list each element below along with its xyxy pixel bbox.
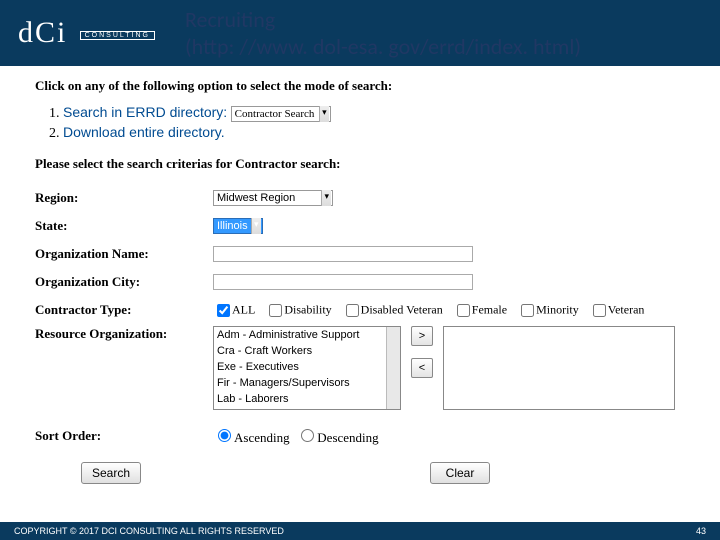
- contractor-type-label: Contractor Type:: [35, 302, 213, 318]
- radio-asc-label: Ascending: [213, 426, 290, 446]
- resource-selected-listbox[interactable]: [443, 326, 675, 410]
- dci-logo: dCi CONSULTING: [18, 16, 155, 50]
- clear-button[interactable]: Clear: [430, 462, 490, 484]
- page-number: 43: [696, 526, 706, 536]
- cb-veteran-label: Veteran: [589, 301, 645, 320]
- list-item[interactable]: Fir - Managers/Supervisors: [214, 375, 400, 391]
- search-mode-steps: Search in ERRD directory: Contractor Sea…: [35, 104, 700, 142]
- state-value: Illinois: [217, 220, 248, 232]
- cb-veteran[interactable]: [593, 304, 606, 317]
- cb-minority-label: Minority: [517, 301, 579, 320]
- radio-asc[interactable]: [218, 429, 231, 442]
- move-left-button[interactable]: <: [411, 358, 433, 378]
- criteria-heading: Please select the search criterias for C…: [35, 156, 700, 172]
- form-content: Click on any of the following option to …: [35, 78, 700, 484]
- cb-female[interactable]: [457, 304, 470, 317]
- org-city-input[interactable]: [213, 274, 473, 290]
- slide-footer: COPYRIGHT © 2017 DCI CONSULTING ALL RIGH…: [0, 522, 720, 540]
- list-item[interactable]: Exe - Executives: [214, 359, 400, 375]
- logo-sub: CONSULTING: [80, 31, 155, 40]
- state-select[interactable]: Illinois: [213, 218, 263, 234]
- region-label: Region:: [35, 190, 213, 206]
- list-item[interactable]: Lab - Laborers: [214, 391, 400, 407]
- cb-minority[interactable]: [521, 304, 534, 317]
- transfer-buttons: > <: [411, 326, 433, 378]
- cb-disability[interactable]: [269, 304, 282, 317]
- cb-disabled-veteran[interactable]: [346, 304, 359, 317]
- move-right-button[interactable]: >: [411, 326, 433, 346]
- radio-desc[interactable]: [301, 429, 314, 442]
- slide-header: dCi CONSULTING Recruiting (http: //www. …: [0, 0, 720, 66]
- cb-disabled-veteran-label: Disabled Veteran: [342, 301, 443, 320]
- listbox-scrollbar[interactable]: [386, 327, 400, 409]
- resource-org-label: Resource Organization:: [35, 326, 213, 342]
- cb-female-label: Female: [453, 301, 507, 320]
- state-label: State:: [35, 218, 213, 234]
- mode-heading: Click on any of the following option to …: [35, 78, 700, 94]
- search-button[interactable]: Search: [81, 462, 141, 484]
- cb-all-label: ALL: [213, 301, 255, 320]
- title-line-2: (http: //www. dol-esa. gov/errd/index. h…: [185, 33, 581, 61]
- region-select[interactable]: Midwest Region: [213, 190, 333, 206]
- sort-order-label: Sort Order:: [35, 428, 213, 444]
- list-item[interactable]: Cra - Craft Workers: [214, 343, 400, 359]
- org-name-input[interactable]: [213, 246, 473, 262]
- step-2-label[interactable]: Download entire directory.: [63, 124, 225, 140]
- directory-search-select[interactable]: Contractor Search: [231, 106, 331, 122]
- step-1: Search in ERRD directory: Contractor Sea…: [63, 104, 700, 122]
- org-name-label: Organization Name:: [35, 246, 213, 262]
- region-value: Midwest Region: [217, 192, 295, 204]
- cb-disability-label: Disability: [265, 301, 331, 320]
- step-2: Download entire directory.: [63, 124, 700, 142]
- org-city-label: Organization City:: [35, 274, 213, 290]
- cb-all[interactable]: [217, 304, 230, 317]
- copyright-text: COPYRIGHT © 2017 DCI CONSULTING ALL RIGH…: [14, 526, 284, 536]
- directory-search-value: Contractor Search: [235, 108, 315, 120]
- resource-options-listbox[interactable]: Adm - Administrative Support Cra - Craft…: [213, 326, 401, 410]
- list-item[interactable]: Adm - Administrative Support: [214, 327, 400, 343]
- logo-main: dCi: [18, 16, 67, 49]
- radio-desc-label: Descending: [296, 426, 378, 446]
- slide-title: Recruiting (http: //www. dol-esa. gov/er…: [185, 6, 581, 61]
- title-line-1: Recruiting: [185, 6, 581, 34]
- step-1-label: Search in ERRD directory:: [63, 104, 227, 120]
